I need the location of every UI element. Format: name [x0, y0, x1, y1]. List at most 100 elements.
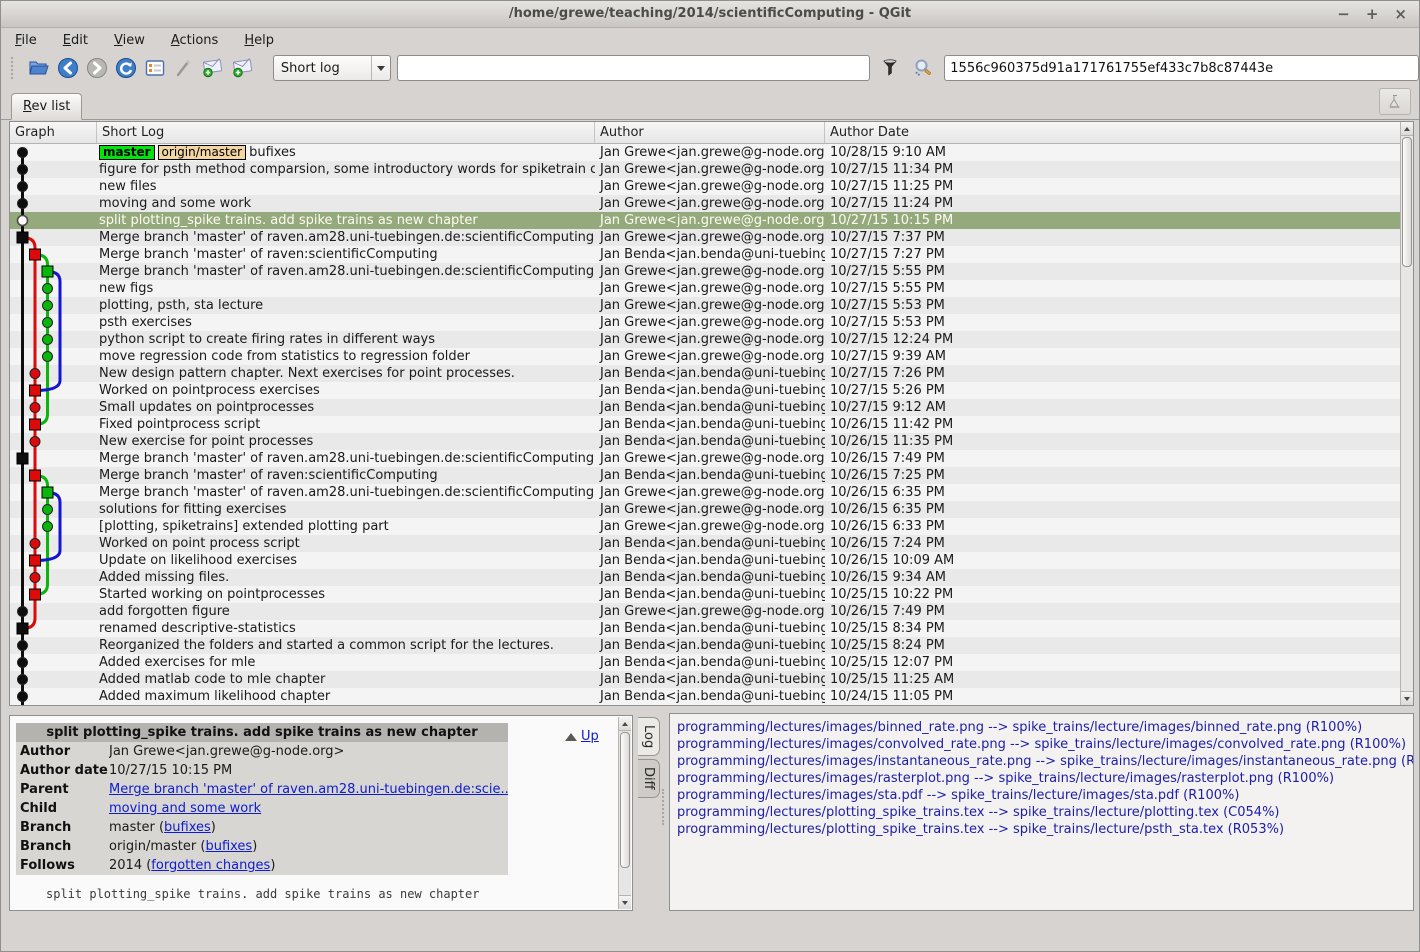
commit-date: 10/27/15 7:26 PM — [825, 365, 1400, 382]
file-rename-entry[interactable]: programming/lectures/images/sta.pdf --> … — [677, 787, 1413, 804]
view-icon[interactable] — [141, 55, 170, 81]
commit-subject: bufixes — [249, 145, 296, 160]
commit-row[interactable]: renamed descriptive-statisticsJan Benda<… — [10, 620, 1400, 637]
column-header-author-date[interactable]: Author Date — [825, 122, 1413, 143]
commit-row[interactable]: new figsJan Grewe<jan.grewe@g-node.org>1… — [10, 280, 1400, 297]
scrollbar-thumb[interactable] — [1402, 137, 1412, 267]
commit-row[interactable]: masterorigin/masterbufixesJan Grewe<jan.… — [10, 144, 1400, 161]
commit-date: 10/27/15 10:15 PM — [825, 212, 1400, 229]
save-patch-icon[interactable] — [199, 55, 228, 81]
detail-label: Author — [16, 742, 109, 761]
file-rename-entry[interactable]: programming/lectures/plotting_spike_trai… — [677, 821, 1413, 838]
commit-row[interactable]: New exercise for point processesJan Bend… — [10, 433, 1400, 450]
commit-row[interactable]: add forgotten figureJan Grewe<jan.grewe@… — [10, 603, 1400, 620]
scroll-up-button[interactable] — [1401, 122, 1413, 136]
commit-row-selected[interactable]: split plotting_spike trains. add spike t… — [10, 212, 1400, 229]
commit-row[interactable]: Added matlab code to mle chapterJan Bend… — [10, 671, 1400, 688]
menu-help[interactable]: Help — [244, 33, 274, 48]
commit-row[interactable]: Started working on pointprocessesJan Ben… — [10, 586, 1400, 603]
up-link[interactable]: Up — [581, 729, 599, 744]
minimize-button[interactable]: − — [1337, 7, 1350, 22]
commit-row[interactable]: Merge branch 'master' of raven.am28.uni-… — [10, 450, 1400, 467]
menu-file[interactable]: File — [15, 33, 37, 48]
detail-label: Branch — [16, 818, 109, 837]
detail-link[interactable]: forgotten changes — [151, 858, 270, 873]
sha-input[interactable] — [944, 55, 1419, 81]
commit-row[interactable]: New design pattern chapter. Next exercis… — [10, 365, 1400, 382]
tab-rev-list[interactable]: Rev list — [11, 93, 82, 120]
commit-subject: New exercise for point processes — [99, 434, 313, 449]
detail-value: Jan Grewe<jan.grewe@g-node.org> — [109, 742, 508, 761]
commit-row[interactable]: Reorganized the folders and started a co… — [10, 637, 1400, 654]
filter-input[interactable] — [397, 55, 870, 81]
commit-row[interactable]: Added missing files.Jan Benda<jan.benda@… — [10, 569, 1400, 586]
commit-row[interactable]: new filesJan Grewe<jan.grewe@g-node.org>… — [10, 178, 1400, 195]
menu-view[interactable]: View — [114, 33, 145, 48]
detail-link[interactable]: bufixes — [205, 839, 252, 854]
commit-row[interactable]: Merge branch 'master' of raven.am28.uni-… — [10, 229, 1400, 246]
commit-row[interactable]: Fixed pointprocess scriptJan Benda<jan.b… — [10, 416, 1400, 433]
scroll-down-button[interactable] — [619, 895, 631, 909]
commit-row[interactable]: Merge branch 'master' of raven:scientifi… — [10, 467, 1400, 484]
commit-subject: split plotting_spike trains. add spike t… — [99, 213, 478, 228]
detail-scrollbar[interactable] — [618, 717, 631, 909]
commit-row[interactable]: Worked on point process scriptJan Benda<… — [10, 535, 1400, 552]
forward-icon[interactable] — [83, 55, 112, 81]
commit-row[interactable]: psth exercisesJan Grewe<jan.grewe@g-node… — [10, 314, 1400, 331]
file-rename-entry[interactable]: programming/lectures/images/binned_rate.… — [677, 719, 1413, 736]
up-control[interactable]: Up — [562, 728, 602, 745]
apply-patch-icon[interactable] — [228, 55, 257, 81]
commit-row[interactable]: [plotting, spiketrains] extended plottin… — [10, 518, 1400, 535]
detach-tab-button[interactable] — [1379, 88, 1411, 115]
commit-row[interactable]: python script to create firing rates in … — [10, 331, 1400, 348]
commit-date: 10/27/15 5:53 PM — [825, 297, 1400, 314]
column-header-author[interactable]: Author — [595, 122, 825, 143]
commit-row[interactable]: Update on likelihood exercisesJan Benda<… — [10, 552, 1400, 569]
file-rename-entry[interactable]: programming/lectures/images/instantaneou… — [677, 753, 1413, 770]
detail-link[interactable]: bufixes — [164, 820, 211, 835]
commit-row[interactable]: figure for psth method comparsion, some … — [10, 161, 1400, 178]
column-header-short-log[interactable]: Short Log — [97, 122, 595, 143]
column-header-graph[interactable]: Graph — [10, 122, 97, 143]
commit-row[interactable]: Added maximum likelihood chapterJan Bend… — [10, 688, 1400, 705]
maximize-button[interactable]: + — [1366, 7, 1379, 22]
file-rename-entry[interactable]: programming/lectures/plotting_spike_trai… — [677, 804, 1413, 821]
search-edit-icon[interactable] — [911, 56, 934, 80]
back-icon[interactable] — [54, 55, 83, 81]
toolbar-drag-handle[interactable] — [11, 57, 17, 79]
scrollbar-thumb[interactable] — [620, 732, 630, 868]
commit-row[interactable]: Merge branch 'master' of raven:scientifi… — [10, 246, 1400, 263]
commit-row[interactable]: Merge branch 'master' of raven.am28.uni-… — [10, 263, 1400, 280]
filter-icon[interactable] — [879, 56, 902, 80]
commit-row[interactable]: Added exercises for mleJan Benda<jan.ben… — [10, 654, 1400, 671]
commit-row[interactable]: move regression code from statistics to … — [10, 348, 1400, 365]
commit-author: Jan Benda<jan.benda@uni-tuebing... — [595, 637, 825, 654]
window-title: /home/grewe/teaching/2014/scientificComp… — [509, 6, 911, 21]
log-mode-select[interactable]: Short log — [273, 55, 391, 81]
file-rename-entry[interactable]: programming/lectures/images/rasterplot.p… — [677, 770, 1413, 787]
commit-row[interactable]: moving and some workJan Grewe<jan.grewe@… — [10, 195, 1400, 212]
scroll-up-button[interactable] — [619, 717, 631, 731]
wand-icon[interactable] — [170, 55, 199, 81]
commit-row[interactable]: solutions for fitting exercisesJan Grewe… — [10, 501, 1400, 518]
close-button[interactable]: × — [1394, 7, 1407, 22]
commit-row[interactable]: Small updates on pointprocessesJan Benda… — [10, 399, 1400, 416]
open-icon[interactable] — [25, 55, 54, 81]
revlist-scrollbar[interactable] — [1400, 122, 1413, 705]
tab-diff[interactable]: Diff — [638, 759, 660, 798]
menu-actions[interactable]: Actions — [171, 33, 219, 48]
splitter-handle[interactable] — [662, 789, 668, 825]
tab-log[interactable]: Log — [638, 717, 660, 756]
commit-date: 10/25/15 11:25 AM — [825, 671, 1400, 688]
commit-row[interactable]: Worked on pointprocess exercisesJan Bend… — [10, 382, 1400, 399]
detail-row: Author date10/27/15 10:15 PM — [16, 761, 508, 780]
menu-edit[interactable]: Edit — [63, 33, 88, 48]
reload-icon[interactable] — [112, 55, 141, 81]
commit-row[interactable]: plotting, psth, sta lectureJan Grewe<jan… — [10, 297, 1400, 314]
detail-link[interactable]: Merge branch 'master' of raven.am28.uni-… — [109, 782, 508, 797]
scroll-down-button[interactable] — [1401, 691, 1413, 705]
detail-link[interactable]: moving and some work — [109, 801, 261, 816]
commit-date: 10/27/15 9:12 AM — [825, 399, 1400, 416]
file-rename-entry[interactable]: programming/lectures/images/convolved_ra… — [677, 736, 1413, 753]
commit-row[interactable]: Merge branch 'master' of raven.am28.uni-… — [10, 484, 1400, 501]
